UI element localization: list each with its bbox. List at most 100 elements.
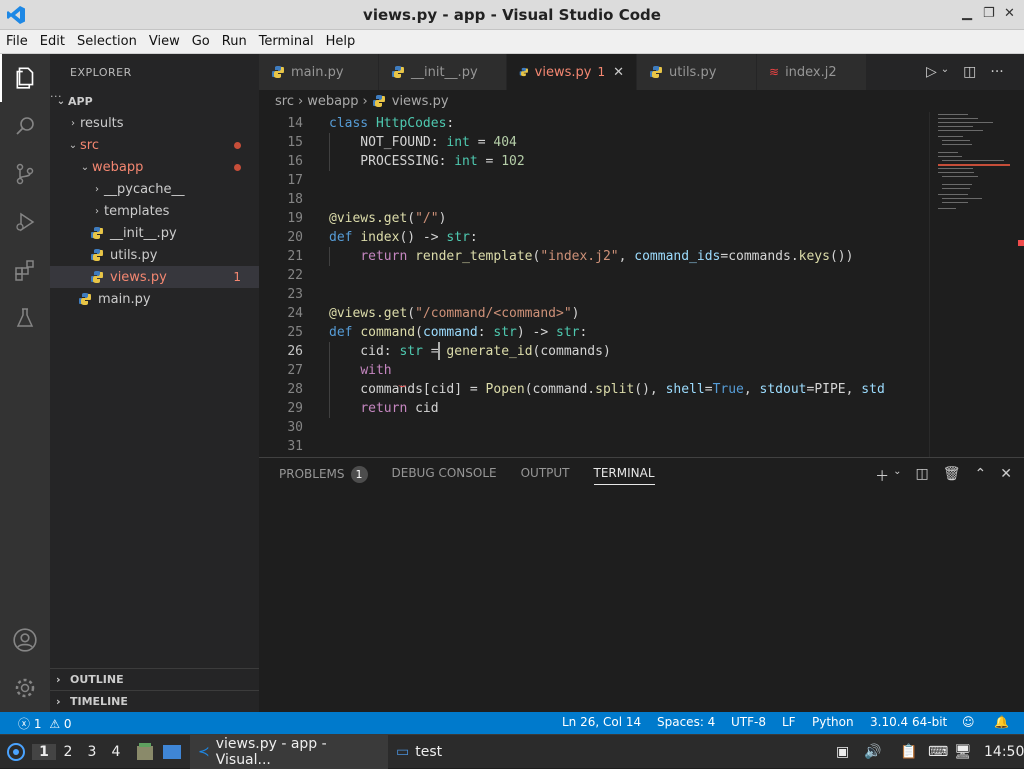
account-icon[interactable]	[0, 616, 50, 664]
minimap[interactable]	[929, 112, 1024, 457]
code-token: (	[415, 325, 423, 340]
line-ending[interactable]: LF	[782, 715, 796, 729]
taskbar-app[interactable]: ▭ test	[388, 735, 478, 769]
breadcrumb-item[interactable]: webapp	[307, 94, 358, 109]
editor-tab[interactable]: ≋ index.j2	[757, 54, 867, 90]
code-token: (),	[634, 382, 666, 397]
close-icon[interactable]: ✕	[1004, 6, 1015, 21]
menu-run[interactable]: Run	[216, 34, 253, 49]
feedback-icon[interactable]: ☺	[962, 715, 975, 729]
tree-item[interactable]: › results	[50, 112, 259, 134]
code-token: ,	[618, 249, 635, 264]
code-line: 17	[259, 171, 929, 190]
new-terminal-icon[interactable]: ＋	[875, 466, 889, 486]
menu-edit[interactable]: Edit	[34, 34, 71, 49]
code-token: @views.get	[329, 211, 408, 226]
tree-item[interactable]: › __pycache__	[50, 178, 259, 200]
timeline-label: TIMELINE	[70, 695, 128, 708]
breadcrumb-item[interactable]: src	[275, 94, 294, 109]
tree-item[interactable]: ⌄ src	[50, 134, 259, 156]
problems-status[interactable]: ⓧ 1 ⚠ 0	[18, 715, 72, 732]
clipboard-icon[interactable]: 📋	[900, 735, 917, 769]
maximize-panel-icon[interactable]: ⌃	[975, 466, 987, 486]
workspace-button[interactable]: 3	[80, 744, 104, 760]
menu-terminal[interactable]: Terminal	[253, 34, 320, 49]
indentation[interactable]: Spaces: 4	[657, 715, 715, 729]
trash-icon[interactable]: 🗑	[943, 466, 961, 486]
cursor-position[interactable]: Ln 26, Col 14	[562, 715, 641, 729]
workspace-button[interactable]: 1	[32, 744, 56, 760]
breadcrumb-item[interactable]: views.py	[392, 94, 449, 109]
start-menu-icon[interactable]	[6, 735, 26, 769]
menu-file[interactable]: File	[0, 34, 34, 49]
keyboard-icon[interactable]: ⌨	[928, 735, 948, 769]
workspace-root[interactable]: ⌄ APP	[50, 90, 259, 112]
code-token: 404	[493, 135, 517, 150]
menu-selection[interactable]: Selection	[71, 34, 143, 49]
code-token: ())	[829, 249, 854, 264]
code-token: :	[446, 116, 455, 131]
editor-tab[interactable]: views.py 1 ✕	[507, 54, 637, 90]
timeline-section[interactable]: › TIMELINE	[50, 690, 259, 712]
code-editor[interactable]: 14 class HttpCodes: 15 NOT_FOUND: int = 40…	[259, 112, 929, 457]
tree-item[interactable]: ⌄ webapp	[50, 156, 259, 178]
more-actions-icon[interactable]: ···	[990, 64, 1003, 80]
files-app-icon[interactable]	[136, 735, 154, 769]
bottom-panel: PROBLEMS 1 DEBUG CONSOLE OUTPUT TERMINAL ＋ ⌄…	[259, 457, 1024, 712]
menu-help[interactable]: Help	[320, 34, 362, 49]
editor-tab[interactable]: __init__.py	[379, 54, 507, 90]
close-panel-icon[interactable]: ✕	[1000, 466, 1012, 486]
code-token: :	[579, 325, 588, 340]
search-icon[interactable]	[0, 102, 50, 150]
python-icon	[519, 67, 528, 77]
source-control-icon[interactable]	[0, 150, 50, 198]
language-mode[interactable]: Python	[812, 715, 854, 729]
tree-item[interactable]: __init__.py	[50, 222, 259, 244]
desktop-icon[interactable]	[162, 735, 182, 769]
workspace-button[interactable]: 2	[56, 744, 80, 760]
menu-view[interactable]: View	[143, 34, 186, 49]
panel-tab[interactable]: DEBUG CONSOLE	[392, 466, 497, 485]
modified-dot-icon	[234, 163, 241, 171]
panel-tab-label: OUTPUT	[520, 466, 570, 480]
encoding[interactable]: UTF-8	[731, 715, 766, 729]
run-icon[interactable]: ▷	[926, 64, 937, 80]
menu-go[interactable]: Go	[186, 34, 216, 49]
bell-icon[interactable]: 🔔	[994, 715, 1009, 729]
panel-tab[interactable]: OUTPUT	[521, 466, 570, 485]
code-token: HttpCodes	[375, 116, 447, 131]
tree-item[interactable]: main.py	[50, 288, 259, 310]
minimize-icon[interactable]: ▁	[962, 6, 972, 21]
editor-tab[interactable]: main.py	[259, 54, 379, 90]
gear-icon[interactable]	[0, 664, 50, 712]
taskbar-app[interactable]: ≺ views.py - app - Visual...	[190, 735, 388, 769]
panel-tab[interactable]: TERMINAL	[593, 466, 655, 485]
extensions-icon[interactable]	[0, 246, 50, 294]
network-icon[interactable]: 🖥	[954, 735, 972, 769]
media-icon[interactable]: ▣	[836, 735, 849, 769]
line-number: 29	[287, 401, 303, 416]
run-debug-icon[interactable]	[0, 198, 50, 246]
explorer-icon[interactable]	[0, 54, 50, 102]
tree-item[interactable]: utils.py	[50, 244, 259, 266]
testing-flask-icon[interactable]	[0, 294, 50, 342]
close-tab-icon[interactable]: ✕	[613, 65, 624, 80]
restore-icon[interactable]: ❐	[983, 6, 995, 21]
warning-icon: ⚠	[49, 717, 61, 731]
split-editor-icon[interactable]: ◫	[963, 64, 976, 80]
outline-section[interactable]: › OUTLINE	[50, 668, 259, 690]
volume-icon[interactable]: 🔊	[864, 735, 881, 769]
chevron-down-icon[interactable]: ⌄	[893, 466, 901, 486]
code-token: str	[493, 325, 517, 340]
split-terminal-icon[interactable]: ◫	[916, 466, 929, 486]
code-token: str	[446, 230, 470, 245]
python-interpreter[interactable]: 3.10.4 64-bit	[870, 715, 947, 729]
panel-tab[interactable]: PROBLEMS 1	[279, 466, 368, 485]
editor-tab[interactable]: utils.py	[637, 54, 757, 90]
workspace-button[interactable]: 4	[104, 744, 128, 760]
tree-item[interactable]: › templates	[50, 200, 259, 222]
code-token: return	[360, 249, 408, 264]
chevron-down-icon[interactable]: ⌄	[941, 64, 949, 80]
tree-item[interactable]: views.py 1	[50, 266, 259, 288]
